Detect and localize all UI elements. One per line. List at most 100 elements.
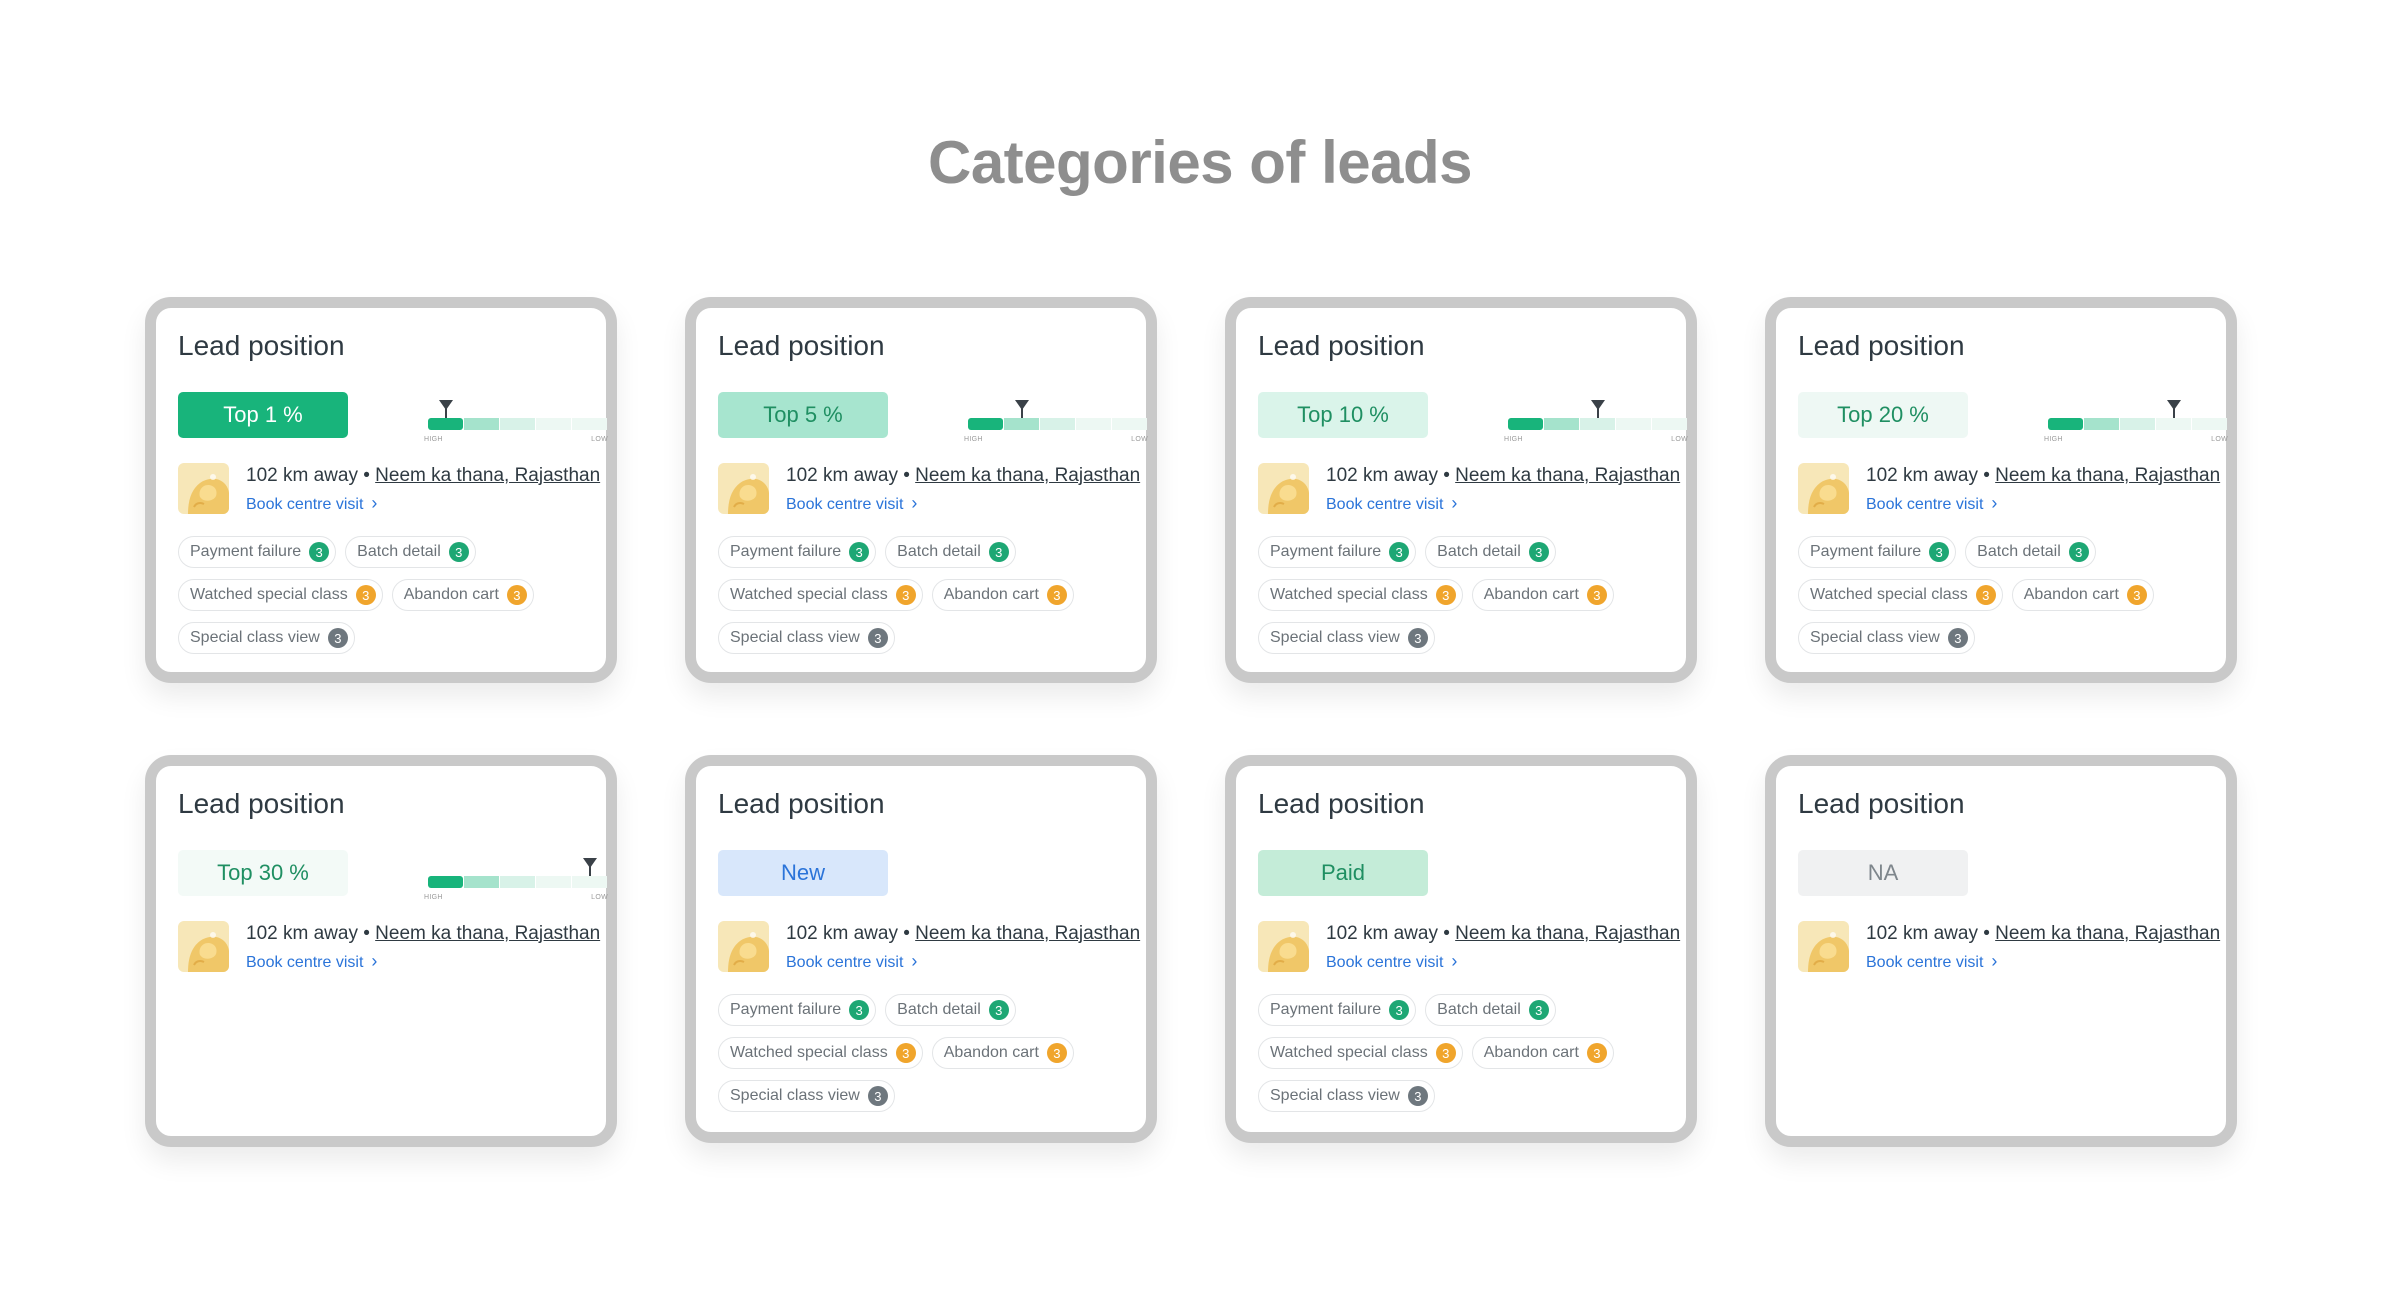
location-text: 102 km away • Neem ka thana, Rajasthan	[1326, 465, 1688, 487]
card-title: Lead position	[718, 330, 885, 361]
chevron-right-icon: ›	[371, 493, 378, 513]
chip-payment-failure[interactable]: Payment failure 3	[718, 536, 877, 568]
chip-label: Abandon cart	[2023, 586, 2119, 603]
distance-text: 102 km away	[786, 923, 898, 944]
chip-count: 3	[1407, 1086, 1428, 1106]
place-link[interactable]: Neem ka thana, Rajasthan	[915, 923, 1140, 944]
book-centre-visit-link[interactable]: Book centre visit ›	[1866, 951, 1997, 972]
chip-batch-detail[interactable]: Batch detail 3	[885, 994, 1016, 1026]
separator-dot: •	[897, 465, 916, 486]
chip-payment-failure[interactable]: Payment failure 3	[718, 994, 877, 1026]
location-text: 102 km away • Neem ka thana, Rajasthan	[1866, 923, 2228, 945]
meter-segment	[1544, 418, 1579, 430]
lead-card[interactable]: Lead position New 102 km away • Neem ka th…	[685, 755, 1157, 1143]
chip-batch-detail[interactable]: Batch detail 3	[1425, 994, 1556, 1026]
place-link[interactable]: Neem ka thana, Rajasthan	[1455, 923, 1680, 944]
book-centre-visit-link[interactable]: Book centre visit ›	[786, 493, 917, 514]
chip-batch-detail[interactable]: Batch detail 3	[885, 536, 1016, 568]
chip-watched-special-class[interactable]: Watched special class 3	[1798, 579, 2003, 611]
book-centre-visit-link[interactable]: Book centre visit ›	[246, 493, 377, 514]
lead-card[interactable]: Lead position Top 20 % HIGH LOW 102 km away …	[1765, 297, 2237, 683]
chip-payment-failure[interactable]: Payment failure 3	[1258, 536, 1417, 568]
chip-special-class-view[interactable]: Special class view 3	[718, 622, 895, 654]
activity-chips: Payment failure 3 Batch detail 3 Watched spe…	[718, 536, 1158, 665]
meter-segment	[2120, 418, 2155, 430]
chip-special-class-view[interactable]: Special class view 3	[178, 622, 355, 654]
chip-batch-detail[interactable]: Batch detail 3	[1965, 536, 2096, 568]
book-centre-visit-link[interactable]: Book centre visit ›	[246, 951, 377, 972]
chip-special-class-view[interactable]: Special class view 3	[718, 1080, 895, 1112]
chip-count: 3	[1528, 542, 1549, 562]
meter-segment	[1112, 418, 1147, 430]
chip-label: Batch detail	[897, 543, 981, 560]
chip-payment-failure[interactable]: Payment failure 3	[1258, 994, 1417, 1026]
chip-batch-detail[interactable]: Batch detail 3	[345, 536, 476, 568]
chip-abandon-cart[interactable]: Abandon cart 3	[2011, 579, 2154, 611]
location-avatar	[1798, 463, 1849, 514]
book-centre-visit-link[interactable]: Book centre visit ›	[1326, 951, 1457, 972]
chip-special-class-view[interactable]: Special class view 3	[1258, 1080, 1435, 1112]
lead-card[interactable]: Lead position Top 30 % HIGH LOW 102 km away …	[145, 755, 617, 1147]
distance-text: 102 km away	[1866, 923, 1978, 944]
place-link[interactable]: Neem ka thana, Rajasthan	[375, 923, 600, 944]
lead-card[interactable]: Lead position Top 10 % HIGH LOW 102 km away …	[1225, 297, 1697, 683]
distance-text: 102 km away	[1326, 465, 1438, 486]
chip-payment-failure[interactable]: Payment failure 3	[1798, 536, 1957, 568]
book-centre-visit-link[interactable]: Book centre visit ›	[1326, 493, 1457, 514]
chip-watched-special-class[interactable]: Watched special class 3	[718, 1037, 923, 1069]
chevron-right-icon: ›	[911, 951, 918, 971]
meter-marker-stem	[1597, 408, 1599, 418]
chip-count: 3	[895, 585, 916, 605]
location-row: 102 km away • Neem ka thana, Rajasthan Bo…	[718, 463, 1148, 515]
lead-card[interactable]: Lead position Top 5 % HIGH LOW 102 km away •…	[685, 297, 1157, 683]
chip-label: Batch detail	[1977, 543, 2061, 560]
chip-watched-special-class[interactable]: Watched special class 3	[1258, 579, 1463, 611]
book-centre-visit-label: Book centre visit	[1866, 954, 1984, 971]
chip-watched-special-class[interactable]: Watched special class 3	[1258, 1037, 1463, 1069]
chip-abandon-cart[interactable]: Abandon cart 3	[1471, 579, 1614, 611]
place-link[interactable]: Neem ka thana, Rajasthan	[375, 465, 600, 486]
chip-abandon-cart[interactable]: Abandon cart 3	[931, 1037, 1074, 1069]
chip-abandon-cart[interactable]: Abandon cart 3	[931, 579, 1074, 611]
chip-label: Payment failure	[730, 1001, 842, 1018]
chip-label: Watched special class	[190, 586, 348, 603]
location-avatar	[1258, 921, 1309, 972]
location-avatar	[718, 463, 769, 514]
lead-position-badge: Top 20 %	[1798, 392, 1968, 438]
chip-count: 3	[327, 628, 348, 648]
chip-abandon-cart[interactable]: Abandon cart 3	[391, 579, 534, 611]
chip-label: Special class view	[730, 629, 860, 646]
chip-watched-special-class[interactable]: Watched special class 3	[718, 579, 923, 611]
chip-batch-detail[interactable]: Batch detail 3	[1425, 536, 1556, 568]
chip-count: 3	[1586, 1043, 1607, 1063]
meter-high-label: HIGH	[424, 894, 443, 901]
chip-count: 3	[988, 542, 1009, 562]
meter-segment	[2156, 418, 2191, 430]
place-link[interactable]: Neem ka thana, Rajasthan	[1995, 465, 2220, 486]
distance-text: 102 km away	[1326, 923, 1438, 944]
place-link[interactable]: Neem ka thana, Rajasthan	[915, 465, 1140, 486]
chip-abandon-cart[interactable]: Abandon cart 3	[1471, 1037, 1614, 1069]
chip-special-class-view[interactable]: Special class view 3	[1798, 622, 1975, 654]
book-centre-visit-link[interactable]: Book centre visit ›	[786, 951, 917, 972]
place-link[interactable]: Neem ka thana, Rajasthan	[1455, 465, 1680, 486]
book-centre-visit-link[interactable]: Book centre visit ›	[1866, 493, 1997, 514]
place-link[interactable]: Neem ka thana, Rajasthan	[1995, 923, 2220, 944]
chevron-right-icon: ›	[371, 951, 378, 971]
chip-label: Special class view	[730, 1087, 860, 1104]
lead-card[interactable]: Lead position Paid 102 km away • Neem ka t…	[1225, 755, 1697, 1143]
meter-segment	[1076, 418, 1111, 430]
chip-label: Payment failure	[730, 543, 842, 560]
chip-count: 3	[1046, 1043, 1067, 1063]
meter-segment	[464, 418, 499, 430]
lead-card[interactable]: Lead position NA 102 km away • Neem ka tha…	[1765, 755, 2237, 1147]
chip-payment-failure[interactable]: Payment failure 3	[178, 536, 337, 568]
chip-label: Watched special class	[1810, 586, 1968, 603]
location-avatar	[178, 921, 229, 972]
lead-position-badge: Paid	[1258, 850, 1428, 896]
lead-card[interactable]: Lead position Top 1 % HIGH LOW 102 km away •…	[145, 297, 617, 683]
chip-watched-special-class[interactable]: Watched special class 3	[178, 579, 383, 611]
chip-label: Batch detail	[1437, 543, 1521, 560]
location-row: 102 km away • Neem ka thana, Rajasthan Bo…	[1258, 463, 1688, 515]
chip-special-class-view[interactable]: Special class view 3	[1258, 622, 1435, 654]
